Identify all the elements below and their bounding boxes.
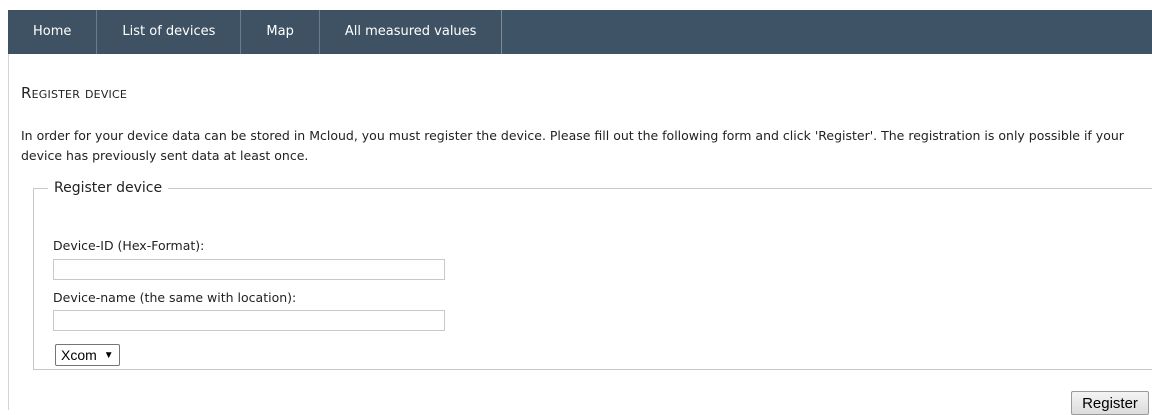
device-name-input[interactable] bbox=[53, 310, 445, 331]
register-device-form: Register device Device-ID (Hex-Format): … bbox=[33, 180, 1152, 370]
device-name-label: Device-name (the same with location): bbox=[53, 290, 297, 305]
device-id-input[interactable] bbox=[53, 259, 445, 280]
nav-tab-home[interactable]: Home bbox=[8, 10, 98, 54]
nav-tabs: Home List of devices Map All measured va… bbox=[8, 10, 1152, 54]
nav-tab-list-of-devices[interactable]: List of devices bbox=[97, 10, 242, 54]
form-legend: Register device bbox=[54, 180, 163, 196]
register-button[interactable]: Register bbox=[1071, 391, 1149, 415]
page-left-border bbox=[8, 54, 9, 410]
dropdown-arrow-icon: ▼ bbox=[103, 349, 114, 361]
page-title: Register device bbox=[21, 84, 128, 102]
nav-tab-all-measured-values[interactable]: All measured values bbox=[319, 10, 503, 54]
device-type-selected-value: Xcom bbox=[61, 347, 97, 363]
device-type-select[interactable]: Xcom ▼ bbox=[55, 344, 120, 366]
intro-text: In order for your device data can be sto… bbox=[21, 128, 1124, 163]
device-id-label: Device-ID (Hex-Format): bbox=[53, 238, 205, 253]
top-navbar: Home List of devices Map All measured va… bbox=[8, 10, 1152, 54]
nav-tab-map[interactable]: Map bbox=[241, 10, 320, 54]
